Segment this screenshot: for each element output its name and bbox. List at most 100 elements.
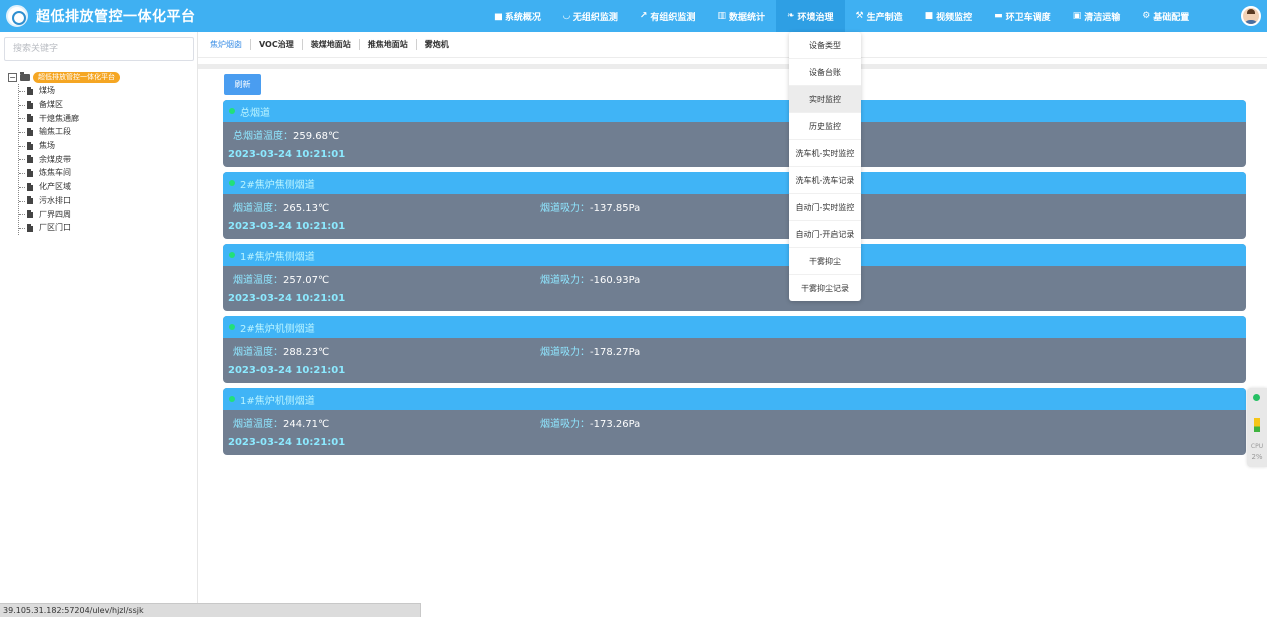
online-status-icon xyxy=(229,324,235,330)
tree-item[interactable]: 煤场 xyxy=(19,84,120,98)
nav-item-label: 清洁运输 xyxy=(1084,12,1121,23)
nav-item-label: 基础配置 xyxy=(1153,12,1190,23)
dropdown-item-1[interactable]: 设备类型 xyxy=(789,32,861,59)
metric-label: 烟道温度： xyxy=(233,275,283,286)
nav-item-label: 有组织监测 xyxy=(650,12,696,23)
nav-item-8[interactable]: ▬ 环卫车调度 xyxy=(983,0,1062,32)
temperature-metric: 烟道温度：244.71℃ xyxy=(233,415,329,430)
bar-chart-icon: ▥ xyxy=(717,11,726,21)
nav-item-1[interactable]: ▅ 系统概况 xyxy=(484,0,552,32)
nav-item-label: 系统概况 xyxy=(504,12,541,23)
card-header: 1#焦炉机侧烟道 xyxy=(223,388,1246,410)
dropdown-item-6[interactable]: 洗车机-洗车记录 xyxy=(789,167,861,194)
file-icon xyxy=(27,155,33,164)
main-nav: ▅ 系统概况 ◡ 无组织监测 ↗ 有组织监测 ▥ 数据统计 ❧ 环境治理 ⚒ 生产制造 ■ 视频监控 ▬ 环卫… xyxy=(484,0,1200,32)
tree-item[interactable]: 厂区门口 xyxy=(19,221,120,235)
tree-item[interactable]: 炼焦车间 xyxy=(19,166,120,180)
tree-item[interactable]: 余煤皮带 xyxy=(19,152,120,166)
cpu-monitor-widget[interactable]: CPU 2% xyxy=(1247,388,1267,467)
nav-item-label: 环卫车调度 xyxy=(1005,12,1051,23)
tree-children: 煤场备煤区 干熄焦通廊输焦工段焦场 余煤皮带 炼焦车间 化产区域 污水排口 厂界四周 厂区门口 xyxy=(18,84,120,235)
browser-status-url: 39.105.31.182:57204/ulev/hjzl/ssjk xyxy=(0,603,421,617)
cpu-level-icon xyxy=(1254,418,1260,432)
dropdown-item-10[interactable]: 干雾抑尘记录 xyxy=(789,275,861,302)
dropdown-item-5[interactable]: 洗车机-实时监控 xyxy=(789,140,861,167)
flue-card-list: 总烟道 总烟道温度：259.68℃ 2023-03-24 10:21:01 2#焦炉焦… xyxy=(223,100,1246,460)
metric-label: 烟道温度： xyxy=(233,347,283,358)
video-icon: ■ xyxy=(924,11,934,21)
online-status-icon xyxy=(229,252,235,258)
card-metrics-row: 烟道温度：244.71℃ 烟道吸力：-173.26Pa xyxy=(223,410,1246,433)
dropdown-item-9[interactable]: 干雾抑尘 xyxy=(789,248,861,275)
subtab-2[interactable]: VOC治理 xyxy=(251,39,303,50)
metric-label: 总烟道温度： xyxy=(233,131,293,142)
tree-root[interactable]: − 超低排放管控一体化平台 xyxy=(8,71,120,84)
tree-item-label: 备煤区 xyxy=(39,100,63,110)
file-icon xyxy=(27,100,33,109)
subtab-3[interactable]: 装煤地面站 xyxy=(303,39,360,50)
tree-item[interactable]: 焦场 xyxy=(19,139,120,153)
nav-item-4[interactable]: ▥ 数据统计 xyxy=(706,0,776,32)
card-header: 总烟道 xyxy=(223,100,1246,122)
wrench-icon: ⚒ xyxy=(855,11,864,21)
file-icon xyxy=(27,210,33,219)
flue-card: 1#焦炉焦侧烟道 烟道温度：257.07℃ 烟道吸力：-160.93Pa 2023-0… xyxy=(223,244,1246,311)
env-governance-dropdown: 设备类型 设备台账 实时监控 历史监控 洗车机-实时监控 洗车机-洗车记录 自动门-实时监控… xyxy=(789,32,861,301)
online-status-icon xyxy=(229,108,235,114)
truck-icon: ▬ xyxy=(994,11,1003,21)
nav-item-3[interactable]: ↗ 有组织监测 xyxy=(629,0,707,32)
nav-item-5[interactable]: ❧ 环境治理 xyxy=(775,0,845,32)
dropdown-item-3[interactable]: 实时监控 xyxy=(789,86,861,113)
dropdown-item-8[interactable]: 自动门-开启记录 xyxy=(789,221,861,248)
metric-value: 244.71℃ xyxy=(283,419,330,430)
card-metrics-row: 烟道温度：288.23℃ 烟道吸力：-178.27Pa xyxy=(223,338,1246,361)
temperature-metric: 烟道温度：265.13℃ xyxy=(233,199,329,214)
file-icon xyxy=(27,168,33,177)
metric-label: 烟道温度： xyxy=(233,203,283,214)
tree-item[interactable]: 输焦工段 xyxy=(19,125,120,139)
metric-value: 288.23℃ xyxy=(283,347,330,358)
suction-metric: 烟道吸力：-137.85Pa xyxy=(540,199,640,214)
card-metrics-row: 烟道温度：257.07℃ 烟道吸力：-160.93Pa xyxy=(223,266,1246,289)
subtab-4[interactable]: 推焦地面站 xyxy=(360,39,417,50)
card-title: 2#焦炉机侧烟道 xyxy=(240,323,315,335)
dropdown-item-4[interactable]: 历史监控 xyxy=(789,113,861,140)
nav-item-label: 环境治理 xyxy=(797,12,834,23)
file-icon xyxy=(27,114,33,123)
nav-item-2[interactable]: ◡ 无组织监测 xyxy=(552,0,629,32)
user-avatar[interactable] xyxy=(1241,6,1261,26)
nav-item-6[interactable]: ⚒ 生产制造 xyxy=(845,0,914,32)
search-input[interactable] xyxy=(4,37,194,61)
divider xyxy=(198,64,1267,69)
tree-item[interactable]: 化产区域 xyxy=(19,180,120,194)
tree-root-label[interactable]: 超低排放管控一体化平台 xyxy=(33,72,120,83)
tree-item[interactable]: 备煤区 xyxy=(19,98,120,112)
tree-item-label: 焦场 xyxy=(39,141,55,151)
tree-item[interactable]: 干熄焦通廊 xyxy=(19,111,120,125)
nav-item-9[interactable]: ▣ 清洁运输 xyxy=(1062,0,1132,32)
gears-icon: ⚙ xyxy=(1142,11,1151,21)
nav-item-7[interactable]: ■ 视频监控 xyxy=(914,0,984,32)
dropdown-item-2[interactable]: 设备台账 xyxy=(789,59,861,86)
site-tree: − 超低排放管控一体化平台 煤场备煤区 干熄焦通廊输焦工段焦场 余煤皮带 炼焦车间 化产… xyxy=(8,71,120,235)
subtab-1[interactable]: 焦炉烟囱 xyxy=(202,39,251,50)
metric-value: -173.26Pa xyxy=(590,419,641,430)
platform-logo-icon xyxy=(6,5,28,27)
refresh-button[interactable]: 刷新 xyxy=(224,74,261,95)
tree-item-label: 输焦工段 xyxy=(39,127,71,137)
collapse-toggle-icon[interactable]: − xyxy=(8,73,17,82)
leaf-icon: ❧ xyxy=(786,11,795,21)
online-status-icon xyxy=(229,180,235,186)
nav-item-10[interactable]: ⚙ 基础配置 xyxy=(1131,0,1200,32)
dropdown-item-7[interactable]: 自动门-实时监控 xyxy=(789,194,861,221)
tree-item[interactable]: 污水排口 xyxy=(19,194,120,208)
subtab-5[interactable]: 雾炮机 xyxy=(417,39,457,50)
tree-item[interactable]: 厂界四周 xyxy=(19,207,120,221)
metric-value: -178.27Pa xyxy=(590,347,641,358)
file-icon xyxy=(27,141,33,150)
card-header: 1#焦炉焦侧烟道 xyxy=(223,244,1246,266)
metric-value: -160.93Pa xyxy=(590,275,641,286)
nav-item-label: 无组织监测 xyxy=(572,12,618,23)
temperature-metric: 烟道温度：257.07℃ xyxy=(233,271,329,286)
nav-item-label: 生产制造 xyxy=(866,12,903,23)
